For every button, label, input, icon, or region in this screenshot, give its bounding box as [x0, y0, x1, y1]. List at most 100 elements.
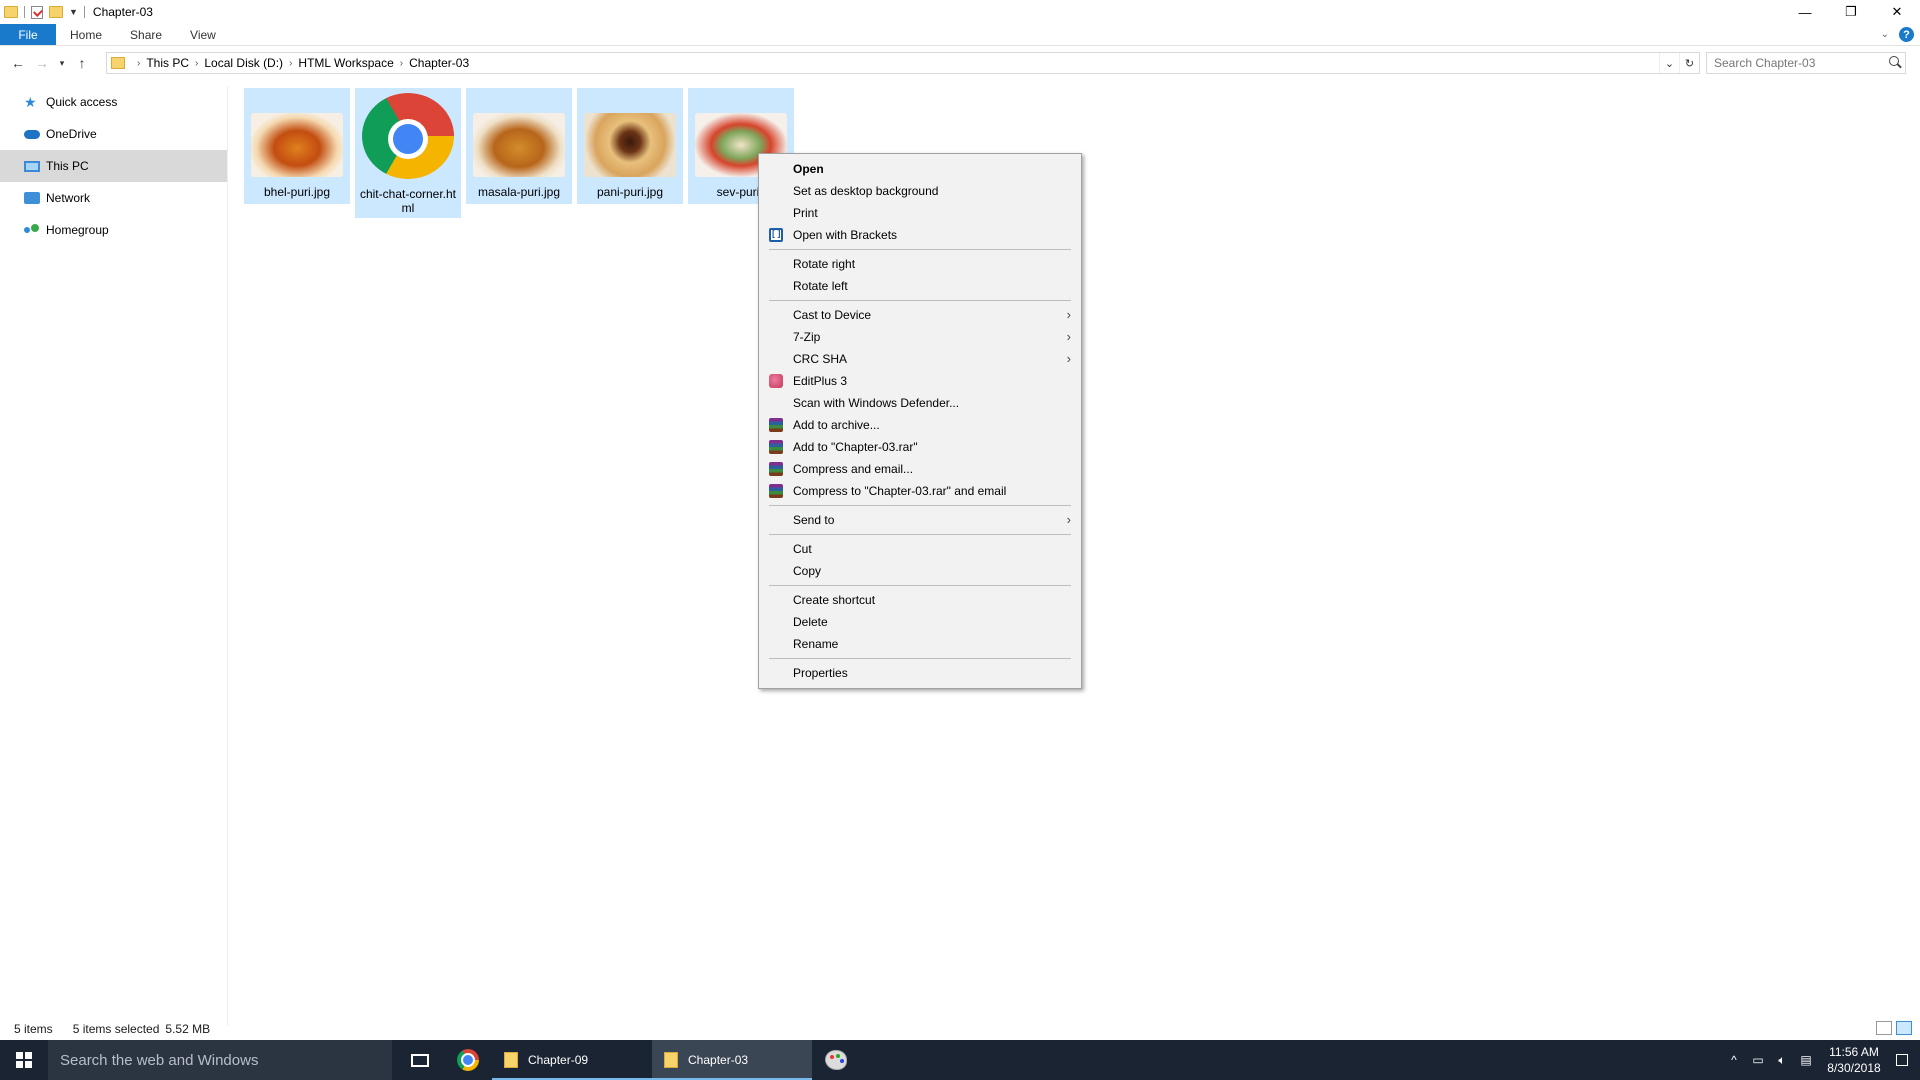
menu-item-scan-defender[interactable]: Scan with Windows Defender... — [759, 392, 1081, 414]
menu-item-rotate-right[interactable]: Rotate right — [759, 253, 1081, 275]
windows-logo-icon — [16, 1052, 32, 1068]
menu-item-label: Scan with Windows Defender... — [793, 396, 960, 410]
new-folder-icon[interactable] — [49, 6, 63, 18]
up-arrow-icon[interactable]: ↑ — [70, 55, 94, 71]
file-item[interactable]: bhel-puri.jpg — [244, 88, 350, 204]
menu-item-label: Properties — [793, 666, 848, 680]
menu-item-compress-email[interactable]: Compress and email... — [759, 458, 1081, 480]
menu-item-cast-to-device[interactable]: Cast to Device › — [759, 304, 1081, 326]
taskbar-app-chapter-03[interactable]: Chapter-03 — [652, 1040, 812, 1080]
menu-separator — [759, 655, 1081, 662]
winrar-icon — [769, 462, 783, 476]
menu-item-set-desktop-background[interactable]: Set as desktop background — [759, 180, 1081, 202]
taskbar-search-placeholder: Search the web and Windows — [60, 1051, 259, 1069]
large-icons-view-icon[interactable] — [1896, 1021, 1912, 1035]
taskbar-search-input[interactable]: Search the web and Windows — [48, 1040, 392, 1080]
forward-arrow-icon[interactable]: → — [30, 55, 54, 71]
help-icon[interactable]: ? — [1899, 27, 1914, 42]
submenu-chevron-icon: › — [1066, 512, 1071, 527]
tab-home[interactable]: Home — [56, 24, 116, 45]
taskbar-app-chapter-09[interactable]: Chapter-09 — [492, 1040, 652, 1080]
show-hidden-icons-chevron-icon[interactable]: ^ — [1722, 1053, 1746, 1067]
breadcrumb-separator-icon[interactable]: › — [195, 58, 198, 69]
brackets-icon — [769, 228, 783, 242]
customize-toolbar-chevron-icon[interactable]: ▼ — [69, 7, 78, 17]
tab-view[interactable]: View — [176, 24, 230, 45]
search-input[interactable]: Search Chapter-03 — [1706, 52, 1906, 74]
file-item[interactable]: masala-puri.jpg — [466, 88, 572, 204]
back-arrow-icon[interactable]: ← — [6, 55, 30, 71]
file-item[interactable]: chit-chat-corner.html — [355, 88, 461, 218]
address-history-chevron-icon[interactable]: ⌄ — [1659, 53, 1679, 73]
taskbar-app-label: Chapter-03 — [688, 1053, 749, 1067]
menu-item-add-to-archive[interactable]: Add to archive... — [759, 414, 1081, 436]
file-item[interactable]: pani-puri.jpg — [577, 88, 683, 204]
menu-item-add-to-rar[interactable]: Add to "Chapter-03.rar" — [759, 436, 1081, 458]
recent-locations-chevron-icon[interactable]: ▾ — [54, 58, 70, 69]
nav-item-onedrive[interactable]: OneDrive — [0, 118, 227, 150]
refresh-icon[interactable]: ↻ — [1679, 53, 1699, 73]
breadcrumb-chapter-03[interactable]: Chapter-03 — [409, 56, 469, 70]
breadcrumb-separator-icon[interactable]: › — [289, 58, 292, 69]
editplus-icon — [769, 374, 783, 388]
tab-file[interactable]: File — [0, 24, 56, 45]
view-toggle — [1876, 1021, 1912, 1035]
selection-size: 5.52 MB — [165, 1022, 211, 1036]
breadcrumb-html-workspace[interactable]: HTML Workspace — [298, 56, 393, 70]
menu-item-create-shortcut[interactable]: Create shortcut — [759, 589, 1081, 611]
menu-item-label: Compress to "Chapter-03.rar" and email — [793, 484, 1007, 498]
nav-item-network[interactable]: Network — [0, 182, 227, 214]
menu-item-delete[interactable]: Delete — [759, 611, 1081, 633]
menu-item-label: Open with Brackets — [793, 228, 898, 242]
menu-item-copy[interactable]: Copy — [759, 560, 1081, 582]
menu-separator — [759, 531, 1081, 538]
breadcrumb-local-disk[interactable]: Local Disk (D:) — [204, 56, 283, 70]
menu-item-label: Add to "Chapter-03.rar" — [793, 440, 918, 454]
volume-icon[interactable]: 🔈︎ — [1770, 1053, 1794, 1068]
menu-item-cut[interactable]: Cut — [759, 538, 1081, 560]
expand-ribbon-chevron-icon[interactable]: ⌄ — [1881, 29, 1889, 40]
menu-item-label: Print — [793, 206, 818, 220]
action-center-icon[interactable]: ▤ — [1794, 1053, 1818, 1067]
taskbar-chrome-button[interactable] — [444, 1040, 492, 1080]
menu-item-rotate-left[interactable]: Rotate left — [759, 275, 1081, 297]
breadcrumb-this-pc[interactable]: This PC — [146, 56, 189, 70]
taskbar-paint-button[interactable] — [812, 1040, 860, 1080]
nav-item-this-pc[interactable]: This PC — [0, 150, 227, 182]
folder-icon — [504, 1052, 518, 1068]
breadcrumb-separator-icon[interactable]: › — [137, 58, 140, 69]
selection-count: 5 items selected — [72, 1022, 160, 1036]
menu-item-rename[interactable]: Rename — [759, 633, 1081, 655]
breadcrumb-separator-icon[interactable]: › — [400, 58, 403, 69]
start-button[interactable] — [0, 1040, 48, 1080]
context-menu: Open Set as desktop background Print Ope… — [758, 153, 1082, 689]
menu-item-crc-sha[interactable]: CRC SHA › — [759, 348, 1081, 370]
properties-icon[interactable] — [31, 5, 43, 19]
menu-item-editplus[interactable]: EditPlus 3 — [759, 370, 1081, 392]
folder-icon — [111, 57, 125, 69]
menu-item-open[interactable]: Open — [759, 158, 1081, 180]
submenu-chevron-icon: › — [1066, 307, 1071, 322]
tab-share[interactable]: Share — [116, 24, 176, 45]
details-view-icon[interactable] — [1876, 1021, 1892, 1035]
task-view-button[interactable] — [396, 1040, 444, 1080]
menu-item-label: Rotate right — [793, 257, 856, 271]
show-desktop-button[interactable] — [1896, 1054, 1908, 1066]
menu-item-label: EditPlus 3 — [793, 374, 848, 388]
nav-item-quick-access[interactable]: ★ Quick access — [0, 86, 227, 118]
quick-access-toolbar: ▼ — [0, 0, 85, 24]
restore-button[interactable]: ❐ — [1828, 0, 1874, 24]
menu-item-7zip[interactable]: 7-Zip › — [759, 326, 1081, 348]
network-icon[interactable]: ▭ — [1746, 1053, 1770, 1067]
nav-item-homegroup[interactable]: Homegroup — [0, 214, 227, 246]
menu-item-send-to[interactable]: Send to › — [759, 509, 1081, 531]
address-bar[interactable]: › This PC › Local Disk (D:) › HTML Works… — [106, 52, 1700, 74]
menu-item-label: Set as desktop background — [793, 184, 939, 198]
menu-item-print[interactable]: Print — [759, 202, 1081, 224]
menu-item-open-with-brackets[interactable]: Open with Brackets — [759, 224, 1081, 246]
menu-item-compress-rar-email[interactable]: Compress to "Chapter-03.rar" and email — [759, 480, 1081, 502]
close-button[interactable]: ✕ — [1874, 0, 1920, 24]
minimize-button[interactable]: — — [1782, 0, 1828, 24]
clock[interactable]: 11:56 AM 8/30/2018 — [1818, 1044, 1890, 1076]
menu-item-properties[interactable]: Properties — [759, 662, 1081, 684]
